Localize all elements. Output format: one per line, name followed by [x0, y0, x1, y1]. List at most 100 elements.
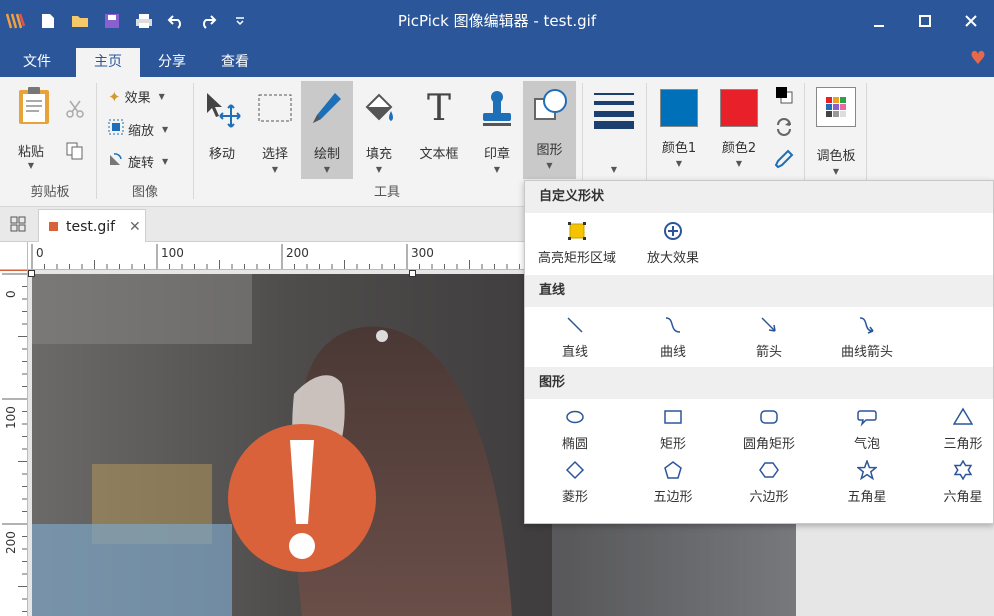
rotate-button[interactable]: 旋转 ▼ [108, 151, 168, 171]
separator [96, 83, 97, 199]
resize-handle[interactable] [28, 270, 35, 277]
triangle-label: 三角形 [943, 437, 983, 452]
six-star-label: 六角星 [943, 490, 983, 505]
customize-icon[interactable] [224, 0, 256, 42]
curve-icon [665, 317, 681, 333]
scissors-icon [66, 100, 84, 118]
ruler-tick-0: 0 [36, 246, 44, 260]
stamp-icon [483, 91, 511, 126]
text-icon: T [426, 88, 451, 129]
bubble-label: 气泡 [853, 437, 880, 452]
line-item[interactable]: 直线 [535, 315, 615, 360]
rectangle-item[interactable]: 矩形 [633, 407, 713, 452]
color-picker-button[interactable] [770, 149, 798, 173]
rotate-icon [108, 151, 124, 171]
print-icon[interactable] [128, 0, 160, 42]
title-bar: PicPick 图像编辑器 - test.gif [0, 0, 994, 42]
six-star-item[interactable]: 六角星 [925, 460, 994, 505]
diamond-item[interactable]: 菱形 [535, 460, 615, 505]
open-folder-icon[interactable] [64, 0, 96, 42]
tab-view[interactable]: 查看 [206, 48, 264, 77]
minimize-icon[interactable] [856, 0, 902, 42]
tab-share[interactable]: 分享 [144, 48, 200, 77]
hexagon-label: 六边形 [749, 490, 789, 505]
eyedropper-icon [774, 149, 794, 169]
document-tab-name: test.gif [66, 218, 116, 235]
line-label: 直线 [561, 345, 588, 360]
resize-handle[interactable] [409, 270, 416, 277]
separator [193, 83, 194, 199]
rounded-rect-item[interactable]: 圆角矩形 [729, 407, 809, 452]
undo-icon[interactable] [160, 0, 192, 42]
line-width-icon [594, 93, 634, 129]
cut-button[interactable] [62, 99, 88, 123]
ruler-tick-100: 100 [161, 246, 184, 260]
highlight-rect-label: 高亮矩形区域 [537, 251, 616, 266]
custom-shapes-header: 自定义形状 [525, 181, 993, 213]
move-button[interactable]: 移动 [198, 83, 246, 179]
magnify-effect-item[interactable]: 放大效果 [629, 221, 717, 266]
grid-view-icon[interactable] [10, 216, 26, 236]
copy-button[interactable] [62, 141, 88, 165]
shapes-label: 图形 [536, 143, 563, 158]
default-colors-button[interactable] [770, 85, 798, 109]
save-icon[interactable] [96, 0, 128, 42]
pen-icon [313, 93, 341, 123]
magnify-effect-label: 放大效果 [646, 251, 699, 266]
clipboard-group-label: 剪贴板 [30, 185, 70, 200]
five-star-item[interactable]: 五角星 [827, 460, 907, 505]
arrow-label: 箭头 [755, 345, 782, 360]
ruler-left-tick-0: 0 [4, 290, 18, 298]
select-button[interactable]: 选择 ▼ [252, 83, 298, 179]
curved-arrow-item[interactable]: 曲线箭头 [825, 315, 909, 360]
speech-bubble-icon [857, 410, 877, 427]
resize-icon [108, 119, 124, 139]
tab-home[interactable]: 主页 [76, 48, 140, 77]
curve-item[interactable]: 曲线 [633, 315, 713, 360]
color1-button[interactable]: 颜色1 ▼ [652, 83, 706, 179]
ruler-left-tick-200: 200 [4, 531, 18, 554]
rectangle-label: 矩形 [659, 437, 686, 452]
new-file-icon[interactable] [32, 0, 64, 42]
swap-colors-button[interactable] [770, 117, 798, 141]
paste-button[interactable]: 粘贴 ▼ [8, 85, 54, 177]
ellipse-label: 椭圆 [561, 437, 588, 452]
fill-button[interactable]: 填充 ▼ [356, 83, 402, 179]
draw-button[interactable]: 绘制 ▼ [301, 81, 353, 179]
document-tab[interactable]: test.gif ✕ [38, 209, 146, 243]
resize-button[interactable]: 缩放 ▼ [108, 119, 168, 139]
straight-line-icon [567, 317, 583, 333]
magic-wand-icon: ✦ [108, 87, 121, 106]
palette-button[interactable]: 调色板 ▼ [810, 83, 862, 179]
shapes-button[interactable]: 图形 ▼ [523, 81, 576, 179]
redo-icon[interactable] [192, 0, 224, 42]
pentagon-item[interactable]: 五边形 [633, 460, 713, 505]
picpick-logo-icon[interactable] [0, 0, 32, 42]
color2-swatch [720, 89, 758, 127]
color2-button[interactable]: 颜色2 ▼ [712, 83, 766, 179]
bubble-item[interactable]: 气泡 [827, 407, 907, 452]
textbox-button[interactable]: T 文本框 [410, 83, 468, 179]
palette-icon [816, 87, 856, 127]
maximize-icon[interactable] [902, 0, 948, 42]
rotate-label: 旋转 [128, 155, 155, 171]
five-point-star-icon [857, 460, 877, 480]
close-tab-icon[interactable]: ✕ [129, 219, 141, 235]
highlight-rect-item[interactable]: 高亮矩形区域 [529, 221, 625, 266]
stamp-button[interactable]: 印章 ▼ [474, 83, 520, 179]
ribbon-tab-bar: 文件 主页 分享 查看 ♥ [0, 42, 994, 77]
hexagon-item[interactable]: 六边形 [729, 460, 809, 505]
close-icon[interactable] [948, 0, 994, 42]
triangle-item[interactable]: 三角形 [925, 407, 994, 452]
curve-label: 曲线 [659, 345, 686, 360]
ellipse-item[interactable]: 椭圆 [535, 407, 615, 452]
resize-label: 缩放 [128, 123, 155, 139]
ruler-corner [0, 242, 28, 270]
line-width-button[interactable]: ▼ [588, 83, 640, 179]
arrow-item[interactable]: 箭头 [729, 315, 809, 360]
heart-icon[interactable]: ♥ [970, 48, 986, 69]
five-star-label: 五角星 [847, 490, 887, 505]
tab-file[interactable]: 文件 [8, 48, 66, 77]
effects-button[interactable]: ✦ 效果 ▼ [108, 87, 165, 107]
ruler-tick-300: 300 [411, 246, 434, 260]
